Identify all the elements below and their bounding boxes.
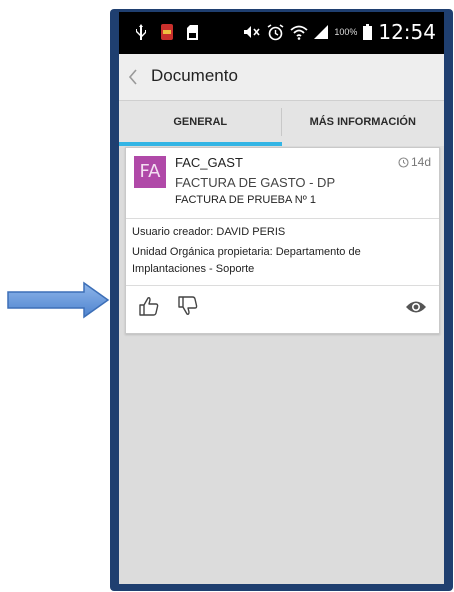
usb-icon (136, 24, 146, 40)
action-bar: Documento (119, 54, 444, 100)
battery-percent: 100% (334, 27, 358, 37)
eye-icon[interactable] (405, 300, 427, 314)
document-card[interactable]: FA FAC_GAST 14d FACTURA DE GASTO - DP FA… (125, 147, 440, 334)
battery-icon (363, 24, 373, 40)
thumbs-down-icon[interactable] (178, 296, 198, 316)
tab-general-label: GENERAL (173, 116, 228, 128)
back-chevron-icon[interactable] (125, 67, 141, 87)
tab-general[interactable]: GENERAL (119, 101, 282, 146)
sd-card-icon (187, 24, 198, 40)
card-divider (126, 218, 439, 219)
tab-more-info[interactable]: MÁS INFORMACIÓN (282, 101, 445, 146)
card-divider (126, 285, 439, 286)
document-age-value: 14d (410, 155, 431, 169)
phone-frame: 100% 12:54 Documento GENERAL MÁS INFORMA… (110, 9, 453, 591)
avatar: FA (134, 156, 166, 188)
status-bar: 100% 12:54 (119, 12, 444, 54)
document-name: FACTURA DE PRUEBA Nº 1 (175, 194, 316, 206)
alarm-icon (267, 23, 284, 40)
thumbs-up-icon[interactable] (139, 296, 159, 316)
document-type: FACTURA DE GASTO - DP (175, 175, 336, 190)
document-code: FAC_GAST (175, 155, 243, 170)
pointer-arrow-icon (7, 281, 110, 319)
tab-divider (281, 108, 282, 136)
clock: 12:54 (378, 20, 436, 44)
mute-icon (244, 26, 260, 38)
page-title: Documento (151, 66, 238, 85)
tab-selected-indicator (119, 142, 282, 146)
app-notification-icon (161, 24, 173, 40)
wifi-icon (290, 25, 308, 40)
document-creator: Usuario creador: DAVID PERIS (132, 226, 286, 238)
tab-more-info-label: MÁS INFORMACIÓN (309, 116, 416, 128)
phone-screen: 100% 12:54 Documento GENERAL MÁS INFORMA… (119, 12, 444, 584)
document-owner-unit: Unidad Orgánica propietaria: Departament… (132, 246, 361, 275)
signal-icon (314, 25, 329, 39)
clock-icon (398, 156, 409, 168)
document-age: 14d (398, 155, 431, 169)
